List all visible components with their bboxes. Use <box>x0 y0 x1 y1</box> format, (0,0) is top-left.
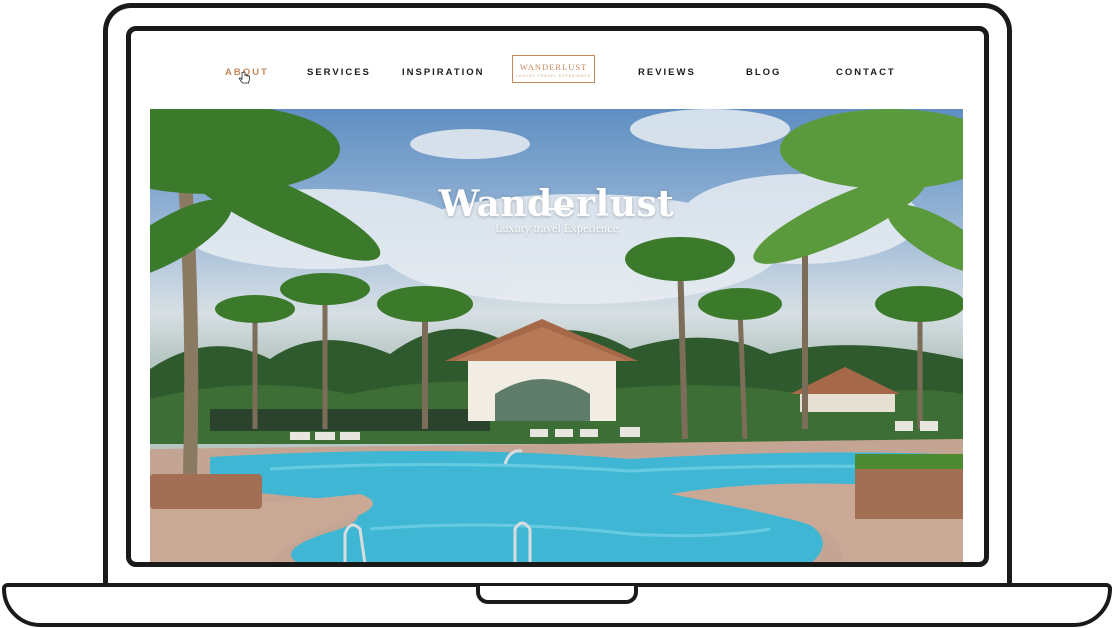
logo-tagline: LUXURY TRAVEL EXPERIENCE <box>515 74 592 78</box>
hero-subtitle: Luxury travel Experience <box>495 221 618 235</box>
laptop-notch <box>476 586 638 604</box>
logo-title: WANDERLUST <box>519 62 588 72</box>
nav-reviews[interactable]: REVIEWS <box>638 67 696 78</box>
site-logo[interactable]: WANDERLUST LUXURY TRAVEL EXPERIENCE <box>512 55 595 83</box>
nav-contact[interactable]: CONTACT <box>836 67 896 78</box>
laptop-screen: ABOUT SERVICES INSPIRATION WANDERLUST LU… <box>126 26 989 567</box>
main-navigation: ABOUT SERVICES INSPIRATION WANDERLUST LU… <box>131 31 984 109</box>
nav-services[interactable]: SERVICES <box>307 67 371 78</box>
hero-banner: Wanderlust Luxury travel Experience <box>150 109 963 562</box>
nav-inspiration[interactable]: INSPIRATION <box>402 67 485 78</box>
nav-blog[interactable]: BLOG <box>746 67 781 78</box>
hero-title: Wanderlust <box>438 183 675 226</box>
hand-pointer-cursor-icon <box>238 71 250 84</box>
hero-divider <box>544 208 570 210</box>
resort-pool-photo <box>150 109 963 562</box>
